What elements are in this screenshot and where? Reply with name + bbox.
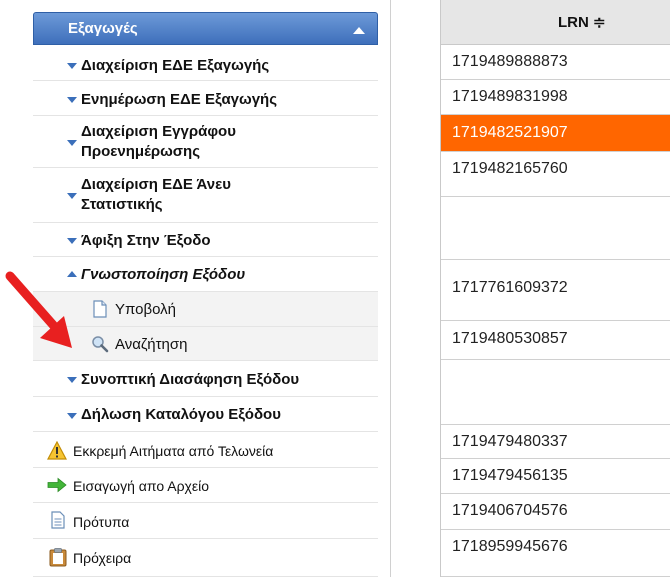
chevron-down-icon <box>67 413 77 419</box>
lrn-column-header[interactable]: LRN ≑ <box>441 0 670 45</box>
menu-item-manage-sad-without-statistics[interactable]: Διαχείριση ΕΔΕ Άνευ Στατιστικής <box>33 168 378 223</box>
chevron-down-icon <box>67 140 77 146</box>
lrn-cell: 1719406704576 <box>452 502 568 519</box>
menu-item-manage-pre-notification-doc[interactable]: Διαχείριση Εγγράφου Προενημέρωσης <box>33 116 378 168</box>
menu-item-label: Πρότυπα <box>73 514 130 530</box>
table-row[interactable] <box>441 360 670 425</box>
menu-item-label: Εισαγωγή απο Αρχείο <box>73 478 210 494</box>
table-row[interactable]: 1718959945676 <box>441 530 670 577</box>
menu-item-exit-notification[interactable]: Γνωστοποίηση Εξόδου <box>33 257 378 292</box>
table-row[interactable]: 1719480530857 <box>441 321 670 360</box>
menu-item-label: Συνοπτική Διασάφηση Εξόδου <box>81 371 300 388</box>
menu-item-exit-summary-declaration[interactable]: Συνοπτική Διασάφηση Εξόδου <box>33 361 378 397</box>
menu-item-label: Άφιξη Στην Έξοδο <box>81 232 211 249</box>
menu-item-templates[interactable]: Πρότυπα <box>33 503 378 539</box>
submenu-item-submit[interactable]: Υποβολή <box>33 292 378 327</box>
table-row[interactable]: 1719489831998 <box>441 80 670 115</box>
exports-panel-header[interactable]: Εξαγωγές <box>33 12 378 45</box>
menu-item-label: Γνωστοποίηση Εξόδου <box>81 266 246 283</box>
submenu-item-search[interactable]: Αναζήτηση <box>33 327 378 361</box>
lrn-column-header-label: LRN ≑ <box>558 14 606 31</box>
table-row[interactable]: 1719489888873 <box>441 45 670 80</box>
chevron-down-icon <box>67 377 77 383</box>
chevron-down-icon <box>67 97 77 103</box>
lrn-cell: 1719479480337 <box>452 433 568 450</box>
lrn-cell: 1717761609372 <box>452 279 568 296</box>
table-row[interactable]: 1717761609372 <box>441 260 670 321</box>
exports-panel-title: Εξαγωγές <box>68 20 138 37</box>
lrn-cell: 1719479456135 <box>452 467 568 484</box>
lrn-cell: 1719480530857 <box>452 330 568 347</box>
lrn-table: LRN ≑ 1719489888873 1719489831998 171948… <box>440 0 670 577</box>
clipboard-icon <box>49 548 67 567</box>
table-row[interactable]: 1719406704576 <box>441 494 670 530</box>
chevron-down-icon <box>67 63 77 69</box>
lrn-cell: 1719489888873 <box>452 53 568 70</box>
warning-icon <box>47 441 67 460</box>
menu-item-label: Αναζήτηση <box>115 336 188 353</box>
chevron-down-icon <box>67 193 77 199</box>
table-row[interactable]: 1719479456135 <box>441 459 670 494</box>
red-arrow-annotation <box>5 271 72 348</box>
menu-item-label: Διαχείριση ΕΔΕ Άνευ Στατιστικής <box>81 176 231 213</box>
lrn-cell: 1719482521907 <box>452 124 568 141</box>
menu-item-label: Εκκρεμή Αιτήματα από Τελωνεία <box>73 443 274 459</box>
menu-item-exit-list-declaration[interactable]: Δήλωση Καταλόγου Εξόδου <box>33 397 378 432</box>
chevron-down-icon <box>67 238 77 244</box>
lrn-cell: 1718959945676 <box>452 538 568 555</box>
menu-item-label: Διαχείριση ΕΔΕ Εξαγωγής <box>81 57 270 74</box>
menu-item-update-export-sad[interactable]: Ενημέρωση ΕΔΕ Εξαγωγής <box>33 81 378 116</box>
template-document-icon <box>51 511 65 529</box>
menu-item-label: Πρόχειρα <box>73 550 132 566</box>
menu-item-manage-export-sad[interactable]: Διαχείριση ΕΔΕ Εξαγωγής <box>33 48 378 81</box>
lrn-cell: 1719482165760 <box>452 160 568 177</box>
arrow-right-icon <box>47 477 67 493</box>
magnifier-icon <box>92 336 109 353</box>
menu-item-arrival-at-exit[interactable]: Άφιξη Στην Έξοδο <box>33 223 378 257</box>
menu-item-drafts[interactable]: Πρόχειρα <box>33 539 378 577</box>
menu-item-label: Δήλωση Καταλόγου Εξόδου <box>81 406 281 423</box>
menu-item-import-from-file[interactable]: Εισαγωγή απο Αρχείο <box>33 468 378 503</box>
table-row[interactable]: 1719479480337 <box>441 425 670 459</box>
document-icon <box>93 300 107 318</box>
menu-item-label: Υποβολή <box>115 301 177 318</box>
table-row-selected[interactable]: 1719482521907 <box>441 115 670 152</box>
table-row[interactable] <box>441 197 670 260</box>
lrn-cell: 1719489831998 <box>452 88 568 105</box>
table-row[interactable]: 1719482165760 <box>441 152 670 197</box>
menu-item-pending-customs-requests[interactable]: Εκκρεμή Αιτήματα από Τελωνεία <box>33 432 378 468</box>
menu-item-label: Διαχείριση Εγγράφου Προενημέρωσης <box>81 123 236 160</box>
sidebar: Εξαγωγές Διαχείριση ΕΔΕ Εξαγωγής Ενημέρω… <box>33 0 391 577</box>
menu-item-label: Ενημέρωση ΕΔΕ Εξαγωγής <box>81 91 277 108</box>
collapse-up-icon[interactable] <box>353 27 365 34</box>
